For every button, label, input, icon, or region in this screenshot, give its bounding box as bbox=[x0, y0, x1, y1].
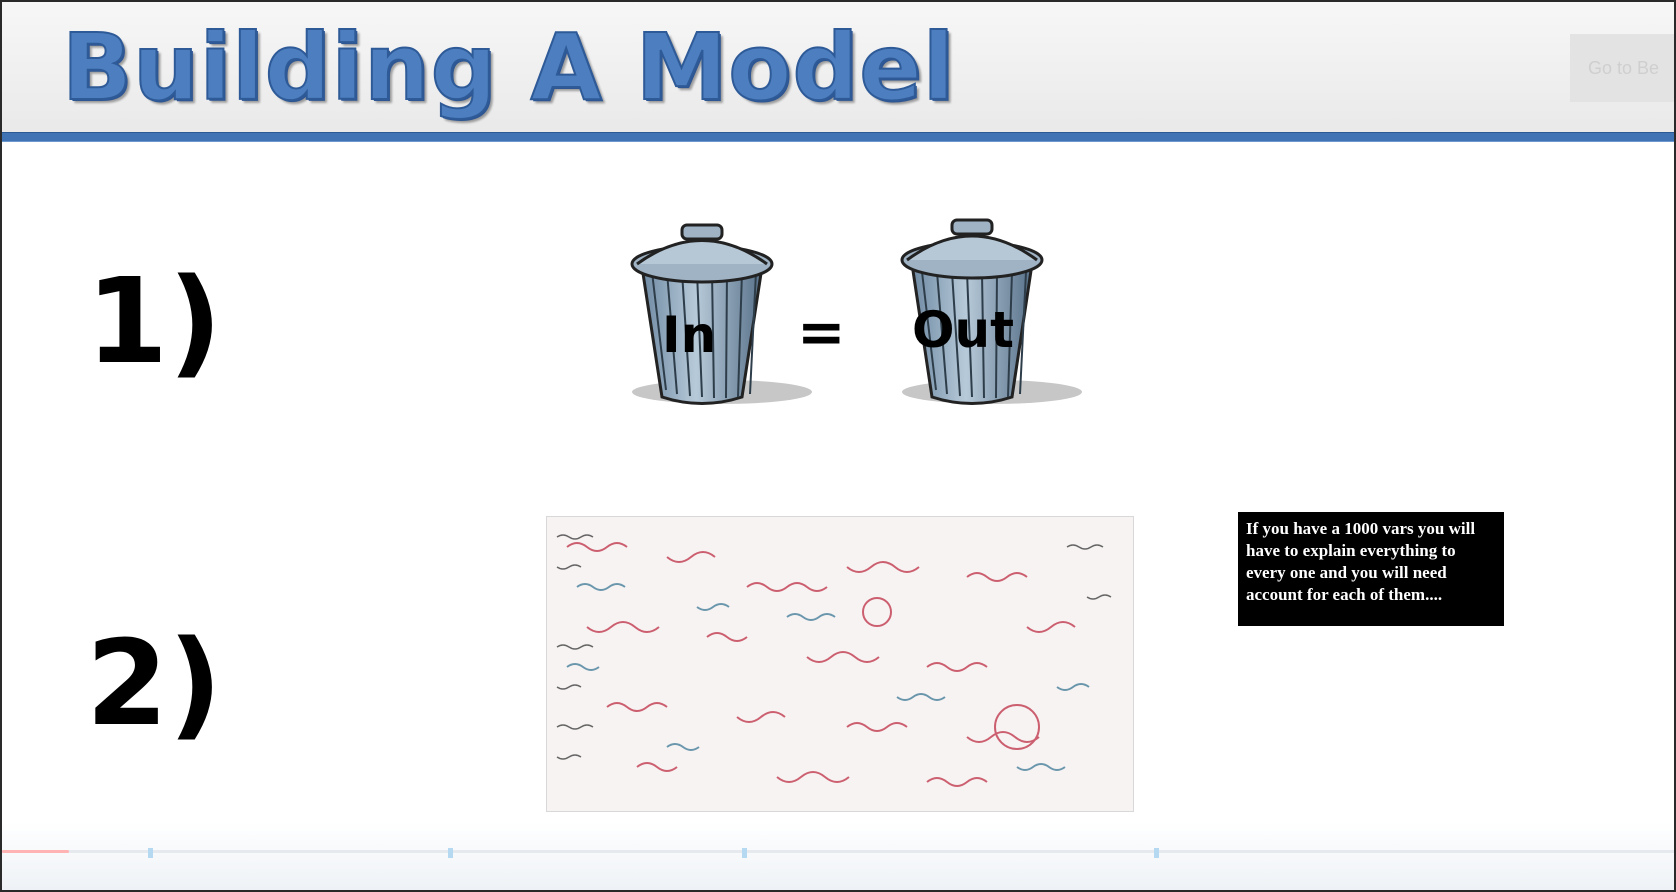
equals-sign: = bbox=[797, 298, 846, 366]
chapter-marker[interactable] bbox=[1154, 848, 1159, 858]
chapter-marker[interactable] bbox=[448, 848, 453, 858]
item-number-1: 1) bbox=[86, 252, 223, 390]
slide-header: Building A Model Go to Be bbox=[2, 2, 1674, 134]
slide-title: Building A Model bbox=[61, 13, 956, 122]
trash-can-icon: In bbox=[630, 223, 812, 405]
video-controls-bar bbox=[2, 822, 1674, 890]
video-progress-fill bbox=[2, 850, 69, 853]
chapter-marker[interactable] bbox=[742, 848, 747, 858]
header-divider bbox=[2, 132, 1674, 142]
go-to-button[interactable]: Go to Be bbox=[1570, 34, 1674, 102]
equations-whiteboard-image bbox=[546, 516, 1134, 812]
garbage-in-out-illustration: In = Out bbox=[630, 218, 1082, 405]
video-progress-bar[interactable] bbox=[2, 850, 1674, 853]
in-label: In bbox=[662, 306, 716, 364]
item-number-2: 2) bbox=[86, 614, 223, 752]
out-label: Out bbox=[912, 301, 1014, 359]
chapter-marker[interactable] bbox=[148, 848, 153, 858]
trash-can-icon: Out bbox=[900, 218, 1082, 405]
slide-frame: Building A Model Go to Be 1) In = Out 2)… bbox=[0, 0, 1676, 892]
vars-note: If you have a 1000 vars you will have to… bbox=[1238, 512, 1504, 626]
